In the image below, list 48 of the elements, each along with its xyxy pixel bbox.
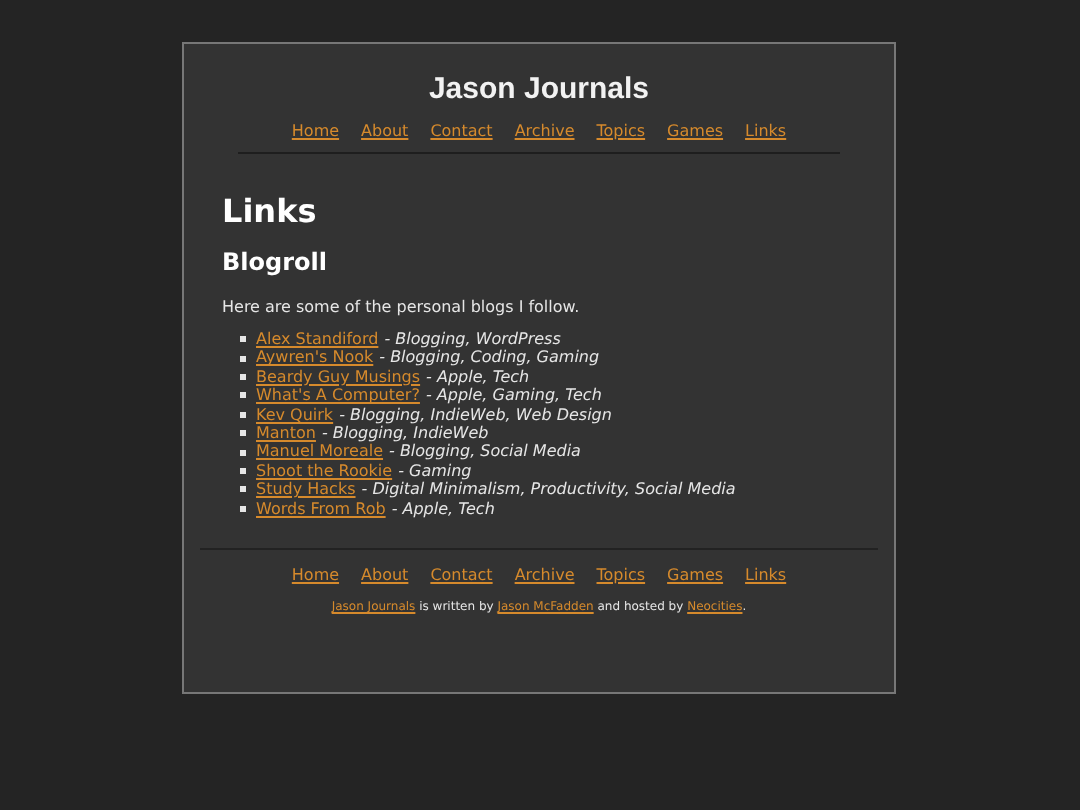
footer-nav-link[interactable]: Topics [596,563,646,586]
bullet-icon [240,336,246,343]
blog-link[interactable]: Shoot the Rookie [256,461,393,481]
blog-tags: - Gaming [398,461,472,481]
nav-link[interactable]: About [361,120,409,142]
nav-link[interactable]: Home [291,120,340,142]
nav-link[interactable]: Contact [430,120,493,142]
footer-nav-link[interactable]: Home [291,563,340,586]
blog-tags: - Blogging, Coding, Gaming [379,348,600,368]
bullet-icon [240,486,246,493]
blog-tags: - Apple, Tech [391,499,495,518]
bullet-icon [240,430,246,437]
bullet-icon [240,392,246,399]
footer-nav-link[interactable]: Archive [514,563,575,586]
blog-tags: - Digital Minimalism, Productivity, Social Media [361,480,736,500]
nav-link[interactable]: Archive [514,120,575,142]
blog-tags: - Blogging, IndieWeb, Web Design [339,405,612,424]
bullet-icon [240,355,246,362]
nav-link[interactable]: Links [745,120,787,142]
blog-tags: - Apple, Gaming, Tech [425,386,602,406]
footer-nav-link[interactable]: Contact [430,563,493,586]
page-heading: Links [222,190,319,234]
blog-link[interactable]: Manton [256,423,316,443]
footer-nav-link[interactable]: Games [667,563,724,586]
bullet-icon [240,411,246,418]
blog-link[interactable]: Words From Rob [256,499,386,518]
bullet-icon [240,373,246,380]
blog-link[interactable]: Kev Quirk [256,405,334,424]
intro-text: Here are some of the personal blogs I follow. [222,296,582,318]
section-heading: Blogroll [222,246,329,278]
blog-tags: - Blogging, Social Media [389,442,581,462]
bullet-icon [240,467,246,474]
footer-nav-link[interactable]: Links [745,563,787,586]
nav-link[interactable]: Games [667,120,724,142]
bullet-icon [240,449,246,456]
footer-nav-link[interactable]: About [361,563,409,586]
blog-link[interactable]: Alex Standiford [256,330,379,349]
site-title: Jason Journals [426,72,652,108]
bullet-icon [240,505,246,512]
blog-tags: - Blogging, IndieWeb [321,423,489,443]
blog-link[interactable]: Aywren's Nook [256,348,374,368]
blog-link[interactable]: Study Hacks [256,480,356,500]
nav-link[interactable]: Topics [596,120,646,142]
blog-link[interactable]: What's A Computer? [256,386,420,406]
blog-tags: - Apple, Tech [426,367,530,387]
blog-link[interactable]: Manuel Moreale [256,442,384,462]
blog-link[interactable]: Beardy Guy Musings [256,367,421,387]
blog-tags: - Blogging, WordPress [384,330,561,349]
